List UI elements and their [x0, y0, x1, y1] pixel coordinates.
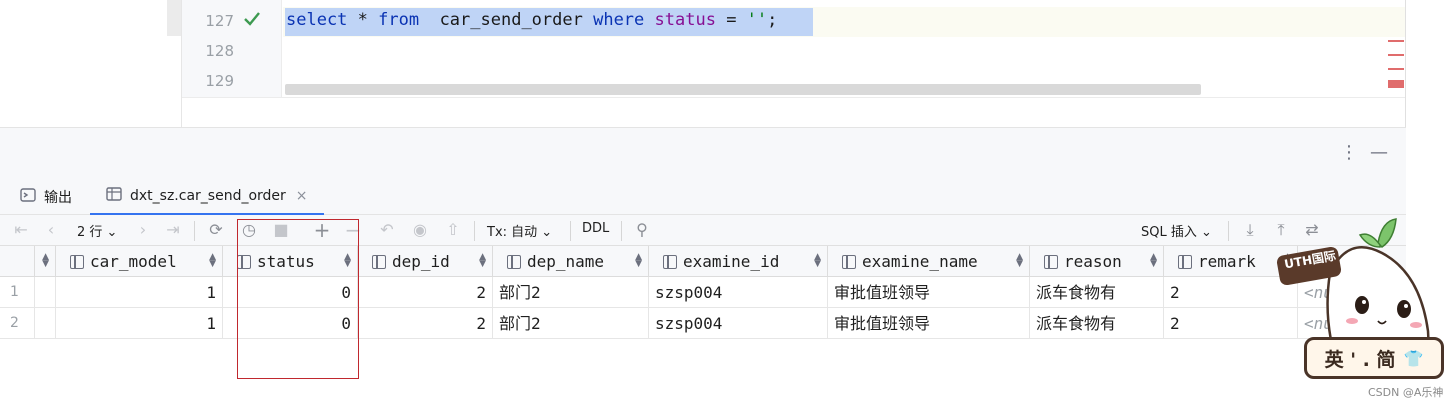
cell-reason[interactable]: 派车食物有 [1030, 277, 1164, 308]
column-icon [663, 254, 677, 269]
sql-insert-selector[interactable]: SQL 插入 ⌄ [1141, 221, 1212, 240]
table-icon [106, 187, 122, 205]
error-stripe-mark[interactable] [1388, 54, 1404, 56]
cell-dep-id[interactable]: 2 [358, 277, 493, 308]
cell-reason[interactable]: 派车食物有 [1030, 308, 1164, 339]
tab-query-result-label: dxt_sz.car_send_order [130, 188, 286, 204]
cell-dep-id[interactable]: 2 [358, 308, 493, 339]
result-grid[interactable]: ▲ ▼ car_model ▲ ▼ status ▲ ▼ dep_id ▲ ▼ dep_… [0, 246, 1406, 407]
check-icon [242, 10, 262, 32]
column-icon [372, 254, 386, 269]
next-page-icon[interactable]: › [134, 220, 152, 240]
shirt-icon: 👕 [1403, 348, 1424, 368]
refresh-icon[interactable]: ⟳ [205, 220, 227, 240]
toolbar-separator [621, 221, 622, 241]
error-stripe-mark[interactable] [1388, 40, 1404, 42]
services-tool-window-header: ⋮ — [0, 127, 1406, 179]
toolbar-separator [570, 221, 571, 241]
error-stripe-mark[interactable] [1388, 68, 1404, 70]
cell-examine-name[interactable]: 审批值班领导 [828, 277, 1030, 308]
editor-fold-strip [167, 0, 181, 36]
sql-statement[interactable]: select * from car_send_order where statu… [286, 10, 777, 30]
tab-output-label: 输出 [44, 190, 72, 206]
submit-icon[interactable]: ⇧ [442, 220, 464, 240]
column-header-reason[interactable]: reason ▲ ▼ [1030, 246, 1164, 277]
sort-icon[interactable]: ▲▼ [209, 253, 216, 269]
column-header-sort[interactable]: ▲ ▼ [35, 246, 56, 277]
download-icon[interactable]: ⤓ [1240, 220, 1260, 240]
column-icon [507, 254, 521, 269]
first-page-icon[interactable]: ⇤ [12, 220, 30, 240]
column-icon [70, 254, 84, 269]
cell-examine-name[interactable]: 审批值班领导 [828, 308, 1030, 339]
result-tabs: 输出 dxt_sz.car_send_order × [0, 179, 1406, 215]
table-row[interactable]: 1 1 0 2 部门2 szsp004 审批值班领导 派车食物有 2 <nu [0, 277, 1406, 308]
code-area[interactable]: select * from car_send_order where statu… [283, 0, 1406, 97]
preview-icon[interactable]: ◉ [409, 220, 431, 240]
cell-car-model[interactable]: 1 [56, 277, 223, 308]
column-header-dep-name[interactable]: dep_name ▲ ▼ [493, 246, 649, 277]
minimize-icon[interactable]: — [1370, 142, 1388, 163]
column-header-car-model[interactable]: car_model ▲ ▼ [56, 246, 223, 277]
row-gutter [35, 277, 56, 308]
line-number: 129 [205, 72, 234, 90]
cell-examine-id[interactable]: szsp004 [649, 277, 828, 308]
line-number: 127 [205, 12, 234, 30]
column-header-examine-name[interactable]: examine_name ▲ ▼ [828, 246, 1030, 277]
tab-query-result[interactable]: dxt_sz.car_send_order × [90, 179, 324, 215]
row-number: 2 [0, 308, 35, 339]
pin-icon[interactable]: ⚲ [632, 220, 652, 240]
cell-examine-id[interactable]: szsp004 [649, 308, 828, 339]
column-header-dep-id[interactable]: dep_id ▲ ▼ [358, 246, 493, 277]
column-icon [842, 254, 856, 269]
previous-page-icon[interactable]: ‹ [42, 220, 60, 240]
watermark: CSDN @A乐神 [1368, 386, 1444, 399]
error-stripe-mark[interactable] [1388, 80, 1404, 88]
ddl-button[interactable]: DDL [582, 221, 609, 236]
cell-dep-name[interactable]: 部门2 [493, 277, 649, 308]
revert-icon[interactable]: ↶ [376, 220, 398, 240]
more-options-icon[interactable]: ⋮ [1340, 142, 1358, 163]
column-header-examine-id[interactable]: examine_id ▲ ▼ [649, 246, 828, 277]
sql-editor[interactable]: 127 128 129 select * from car_send_order… [0, 0, 1406, 127]
table-row[interactable]: 2 1 0 2 部门2 szsp004 审批值班领导 派车食物有 2 <nu [0, 308, 1406, 339]
row-number-header [0, 246, 35, 277]
grid-header: ▲ ▼ car_model ▲ ▼ status ▲ ▼ dep_id ▲ ▼ dep_… [0, 246, 1406, 277]
row-gutter [35, 308, 56, 339]
last-page-icon[interactable]: ⇥ [164, 220, 182, 240]
sort-icon[interactable]: ▲▼ [1150, 253, 1157, 269]
horizontal-scrollbar[interactable] [285, 84, 1201, 95]
toolbar-separator [474, 221, 475, 241]
sort-icon[interactable]: ▲▼ [1016, 253, 1023, 269]
line-number: 128 [205, 42, 234, 60]
column-icon [1044, 254, 1058, 269]
row-number: 1 [0, 277, 35, 308]
toolbar-separator [1228, 221, 1229, 241]
input-method-sign: 英 ' . 简 👕 [1304, 337, 1444, 379]
sort-icon[interactable]: ▲▼ [814, 253, 821, 269]
close-icon[interactable]: × [296, 188, 308, 204]
rows-count-selector[interactable]: 2 行 ⌄ [77, 221, 117, 240]
sort-icon[interactable]: ▲▼ [42, 253, 49, 269]
sort-icon[interactable]: ▲▼ [479, 253, 486, 269]
tx-mode-selector[interactable]: Tx: 自动 ⌄ [487, 221, 552, 240]
mascot-overlay: UTH国际 英 ' . 简 👕 [1270, 213, 1452, 388]
column-icon [1178, 254, 1192, 269]
editor-left-margin [0, 0, 167, 127]
toolbar-separator [194, 221, 195, 241]
output-icon [20, 188, 36, 206]
cell-car-model[interactable]: 1 [56, 308, 223, 339]
sort-icon[interactable]: ▲▼ [635, 253, 642, 269]
annotation-highlight-box [237, 219, 359, 379]
cell-dep-name[interactable]: 部门2 [493, 308, 649, 339]
tab-output[interactable]: 输出 [20, 179, 72, 215]
editor-bottom-border [182, 97, 1406, 98]
line-number-gutter: 127 128 129 [182, 0, 282, 97]
result-toolbar: ⇤ ‹ 2 行 ⌄ › ⇥ ⟳ ◷ ■ + − ↶ ◉ ⇧ Tx: 自动 ⌄ D… [0, 215, 1406, 246]
